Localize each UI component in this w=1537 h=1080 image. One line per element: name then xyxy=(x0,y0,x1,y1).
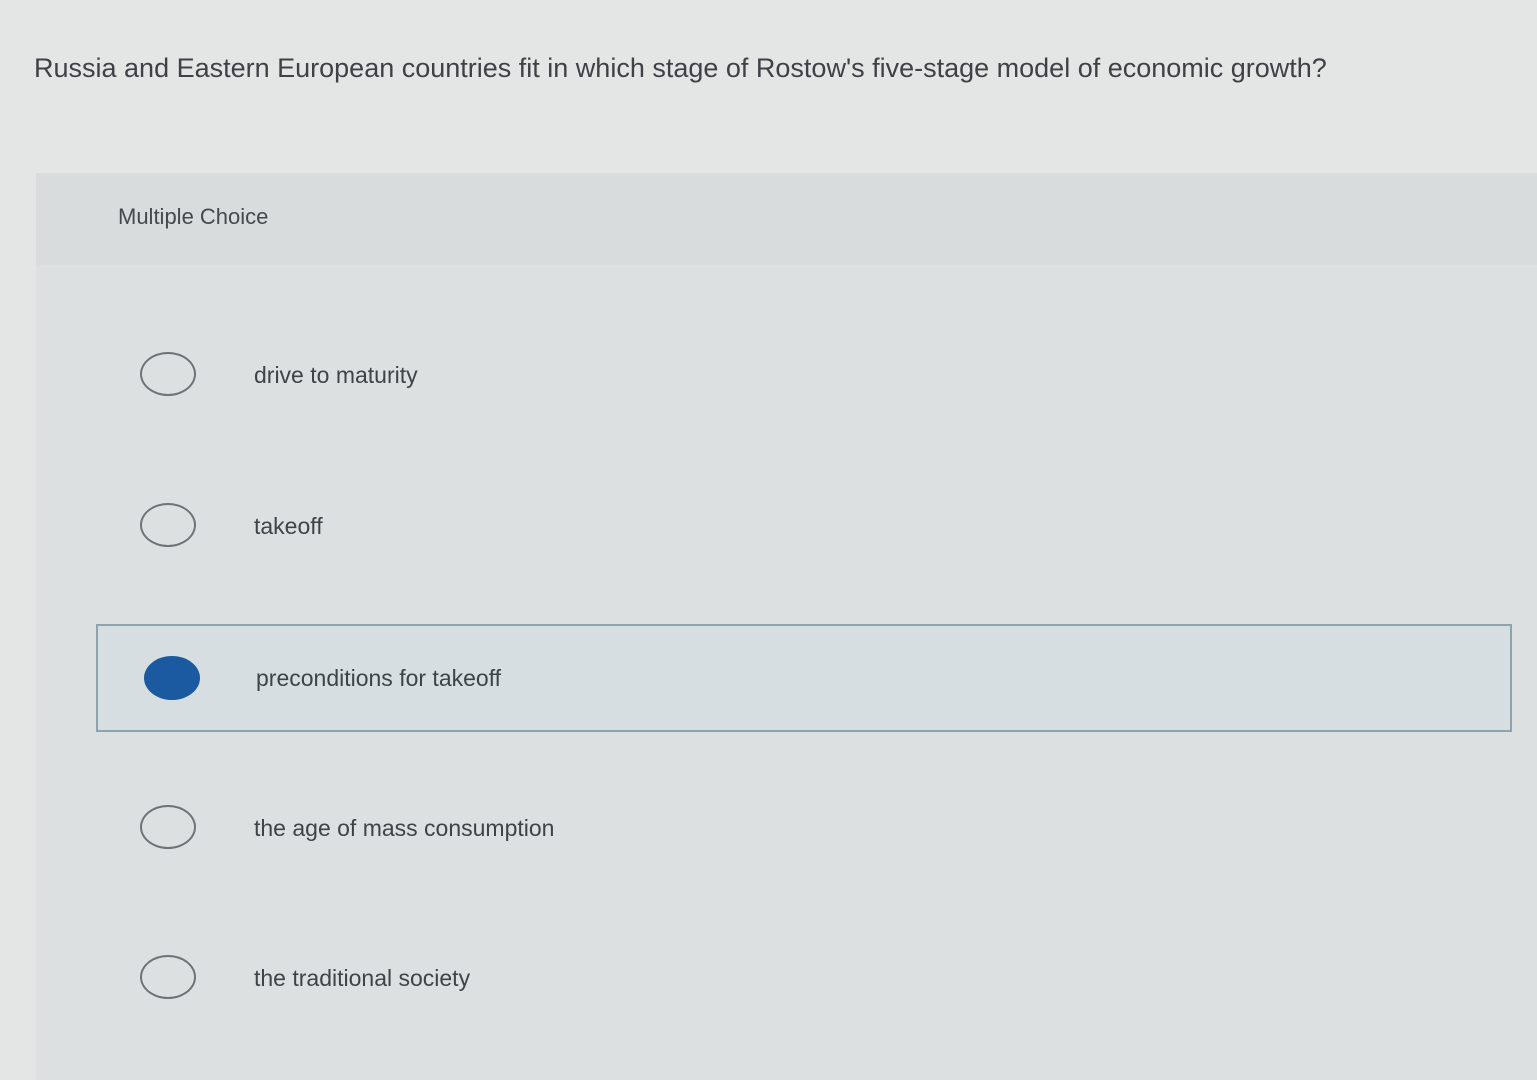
option-age-of-mass-consumption[interactable]: the age of mass consumption xyxy=(96,776,1512,884)
option-drive-to-maturity[interactable]: drive to maturity xyxy=(96,323,1512,431)
radio-unselected-icon[interactable] xyxy=(140,503,196,547)
radio-unselected-icon[interactable] xyxy=(140,805,196,849)
option-takeoff[interactable]: takeoff xyxy=(96,474,1512,582)
option-label: the age of mass consumption xyxy=(254,815,555,841)
option-label: takeoff xyxy=(254,513,323,539)
radio-unselected-icon[interactable] xyxy=(140,352,196,396)
option-preconditions-for-takeoff[interactable]: preconditions for takeoff xyxy=(96,624,1512,732)
question-text: Russia and Eastern European countries fi… xyxy=(34,53,1327,83)
option-label: drive to maturity xyxy=(254,362,418,388)
radio-unselected-icon[interactable] xyxy=(140,955,196,999)
option-label: preconditions for takeoff xyxy=(256,665,502,691)
radio-selected-icon[interactable] xyxy=(144,656,200,700)
option-label: the traditional society xyxy=(254,965,471,991)
option-traditional-society[interactable]: the traditional society xyxy=(96,926,1512,1034)
answer-panel: Multiple Choice drive to maturity takeof… xyxy=(36,173,1537,1080)
panel-header: Multiple Choice xyxy=(36,173,1537,265)
question-type-label: Multiple Choice xyxy=(118,204,269,229)
